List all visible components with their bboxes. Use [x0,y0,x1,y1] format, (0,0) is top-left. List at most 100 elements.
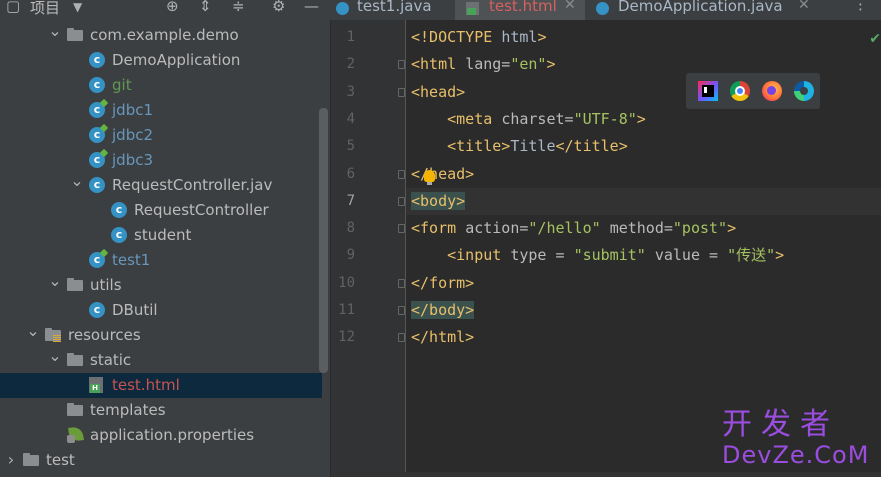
tree-item-student[interactable]: c student [0,223,322,248]
code-line[interactable]: <input type = "submit" value = "传送"> [411,245,784,265]
tree-item-test[interactable]: › test [0,448,322,473]
view-dropdown-icon[interactable]: ▼ [73,0,82,14]
code-line[interactable]: <form action="/hello" method="post"> [411,218,736,238]
tree-item-jdbc3[interactable]: c jdbc3 [0,148,322,173]
tree-item-requestcontroller[interactable]: c RequestController [0,198,322,223]
tree-item-static[interactable]: ⌄ static [0,345,322,373]
tab-label: test.html [489,0,557,15]
project-view-title[interactable]: 项目 [30,0,60,18]
edge-icon[interactable] [794,81,814,101]
tree-item-label: test1 [112,251,151,269]
fold-marker-icon[interactable] [398,306,405,315]
code-token: Title [510,137,556,156]
tree-item-templates[interactable]: templates [0,398,322,423]
code-token: action= [465,219,529,238]
code-token: "en" [510,55,547,74]
tree-item-application-properties[interactable]: application.properties [0,423,322,448]
code-token: <title> [447,137,511,156]
settings-gear-icon[interactable]: ⚙ [272,0,285,15]
close-icon[interactable]: ✕ [564,0,576,13]
line-number: 3 [346,83,355,100]
fold-marker-icon[interactable] [398,278,405,288]
line-number: 8 [346,220,355,237]
expand-all-icon[interactable]: ⇕ [199,0,212,15]
code-line[interactable]: <head> [411,82,465,102]
hide-panel-icon[interactable]: — [304,0,319,15]
code-token: <head> [411,82,466,101]
tree-item-label: RequestController [134,201,269,219]
fold-marker-icon[interactable] [398,333,405,343]
code-token: <body> [411,191,466,210]
package-folder-icon [67,28,83,41]
project-view-icon[interactable]: ▢ [6,0,20,15]
inspection-ok-check-icon[interactable]: ✔ [869,31,881,47]
tree-item-requestcontroller-jav[interactable]: ⌄ c RequestController.jav [0,170,322,198]
tree-item-label: student [134,226,192,244]
tree-item-dbutil[interactable]: c DButil [0,298,322,323]
project-panel: ▢ 项目 ▼ ⊕ ⇕ ≑ ⚙ — ⌄ com.example.demo c DemoA… [0,0,330,477]
code-token: </head> [411,164,475,183]
code-token: "/hello" [528,219,610,238]
tree-item-com-example-demo[interactable]: ⌄ com.example.demo [0,20,322,48]
firefox-icon[interactable] [762,81,782,101]
project-scrollbar[interactable] [319,108,328,373]
lightbulb-icon[interactable] [424,170,435,185]
locate-target-icon[interactable]: ⊕ [166,0,179,15]
line-number: 1 [346,29,355,45]
tab-test1-java[interactable]: test1.java [330,0,455,20]
collapse-arrow-icon[interactable]: ⌄ [68,170,86,192]
tab-label: test1.java [357,0,432,15]
line-number: 10 [338,274,355,291]
collapse-arrow-icon[interactable]: ⌄ [24,320,42,342]
more-tabs-icon[interactable]: ⋮ [853,0,868,13]
collapse-arrow-icon[interactable]: ⌄ [46,20,64,42]
code-token: <input [447,246,511,265]
code-line[interactable]: <!DOCTYPE html> [411,27,546,47]
code-line[interactable]: <title>Title</title> [411,136,628,156]
horizontal-scrollbar[interactable] [331,472,881,477]
code-line[interactable]: <html lang="en"> [411,54,556,74]
tab-demoapplication-java[interactable]: DemoApplication.java ✕ [585,0,815,20]
tree-item-test-html[interactable]: test.html [0,373,322,398]
watermark-en: DevZe.CoM [722,441,870,469]
collapse-arrow-icon[interactable]: ⌄ [46,270,64,292]
code-token: <meta [447,109,502,128]
expand-arrow-icon[interactable]: › [2,449,20,471]
tree-item-utils[interactable]: ⌄ utils [0,270,322,298]
tree-item-label: application.properties [90,426,255,444]
code-token: charset= [501,109,574,128]
fold-marker-icon[interactable] [398,224,405,234]
code-line[interactable]: </head> [411,164,474,184]
tree-item-git[interactable]: c git [0,73,322,98]
code-token: > [546,55,556,74]
tree-item-demoapplication[interactable]: c DemoApplication [0,48,322,73]
intellij-icon[interactable] [698,81,718,101]
code-token: "UTF-8" [573,109,637,128]
collapse-all-icon[interactable]: ≑ [232,0,245,15]
code-line[interactable]: <meta charset="UTF-8"> [411,109,646,129]
fold-marker-icon[interactable] [398,87,405,97]
close-icon[interactable]: ✕ [798,0,810,13]
class-icon: c [89,127,105,143]
fold-marker-icon[interactable] [398,60,405,70]
line-number: 9 [346,247,355,264]
code-token: </body> [411,301,475,319]
tab-test-html[interactable]: test.html ✕ [455,0,585,20]
watermark: 开发者 DevZe.CoM [722,408,876,472]
code-line[interactable]: <body> [411,191,466,211]
code-line[interactable]: </body> [411,300,475,320]
code-line[interactable]: </form> [411,273,474,293]
code-token: method= [609,219,673,238]
tree-item-jdbc2[interactable]: c jdbc2 [0,123,322,148]
tree-item-jdbc1[interactable]: c jdbc1 [0,98,322,123]
fold-marker-icon[interactable] [398,196,405,206]
tree-item-label: RequestController.jav [112,176,273,194]
code-token: </form> [411,273,475,292]
fold-marker-icon[interactable] [398,169,405,179]
collapse-arrow-icon[interactable]: ⌄ [46,345,64,367]
class-icon: c [89,77,105,93]
class-icon [596,2,609,15]
code-line[interactable]: </html> [411,327,474,347]
chrome-icon[interactable] [730,81,750,101]
